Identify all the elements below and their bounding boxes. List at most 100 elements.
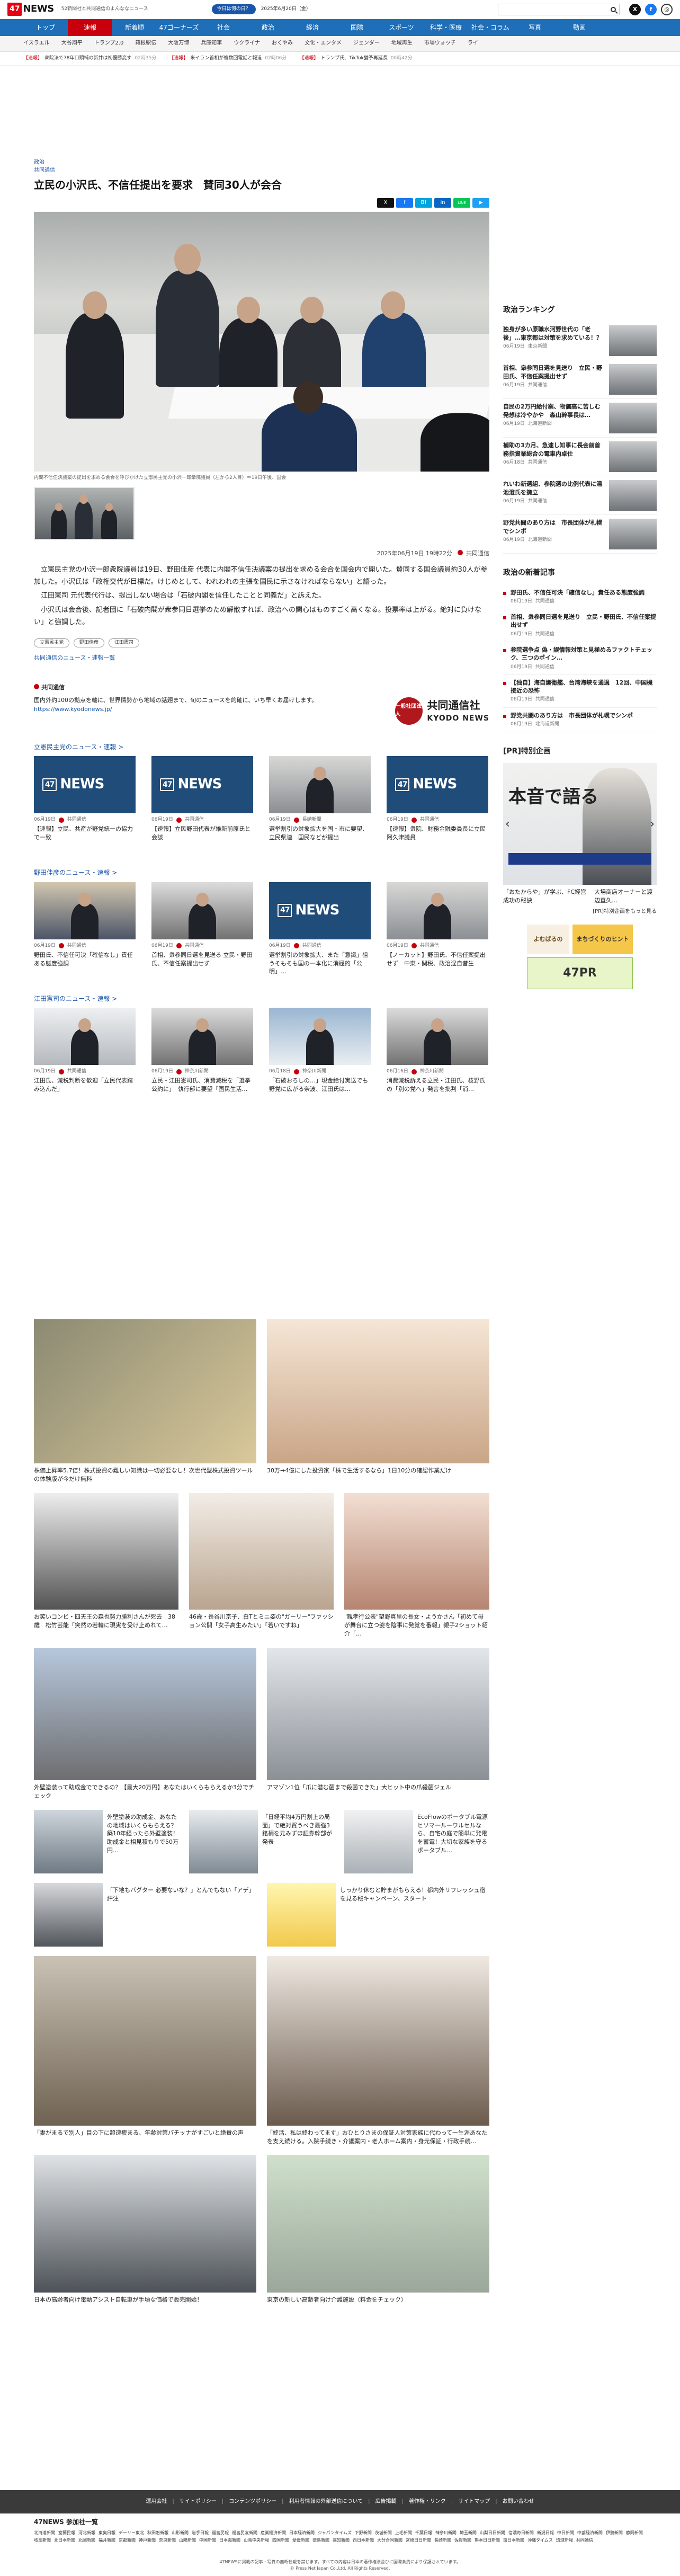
member-link[interactable]: 大分合同新聞 xyxy=(377,2537,402,2544)
member-link[interactable]: 秋田魁新報 xyxy=(147,2530,168,2536)
ad-title[interactable]: "親孝行公表"望野真里の長女・ようかさん「初めて母が舞台に立つ姿を陰事に発覚を番… xyxy=(344,1613,489,1638)
ad-title[interactable]: 30万→4億にした投資家「株で生活するなら」1日10分の確認作業だけ xyxy=(267,1467,489,1475)
section-title[interactable]: 立憲民主党のニュース・速報 > xyxy=(34,743,489,752)
nav-item[interactable]: 動画 xyxy=(557,19,602,36)
card-thumbnail[interactable] xyxy=(34,882,136,939)
ranking-item[interactable]: 首相、衆参同日選を見送り 立民・野田氏、不信任案提出せず 06月19日 共同通信 xyxy=(503,360,657,399)
share-x-icon[interactable]: X xyxy=(377,198,394,208)
ad-title[interactable]: 外壁塗装って助成金でできるの？【最大20万円】あなたはいくらもらえるか3分でチェ… xyxy=(34,1783,256,1800)
topic-link[interactable]: 箱根駅伝 xyxy=(135,40,156,48)
share-facebook-icon[interactable]: f xyxy=(396,198,413,208)
ad-card[interactable]: お笑いコンビ・四天王の森也努力勝利さんが死去 38歳 松竹芸能「突然の若輪に現実… xyxy=(34,1493,178,1638)
ad-image[interactable] xyxy=(34,1319,256,1463)
today-in-history-button[interactable]: 今日は何の日？ xyxy=(211,4,256,15)
ad-title[interactable]: 46歳・長谷川京子、白Tとミニ姿の"ガーリー"ファッション公開「女子高生みたい」… xyxy=(189,1613,334,1630)
ad-card[interactable]: 日本の高齢者向け電動アシスト自転車が手頃な価格で販売開始！ xyxy=(34,2155,256,2304)
ranking-thumbnail[interactable] xyxy=(609,364,657,395)
pr-banner[interactable]: 本音で語る ‹ › xyxy=(503,763,657,885)
member-link[interactable]: 岩手日報 xyxy=(192,2530,209,2536)
share-line-icon[interactable]: LINE xyxy=(453,198,470,208)
card-thumbnail[interactable] xyxy=(269,1007,371,1065)
member-link[interactable]: デーリー東北 xyxy=(119,2530,144,2536)
ranking-title[interactable]: 自民の2万円給付案、物価高に苦しむ発想は冷やかや 森山幹事長は… xyxy=(503,403,605,419)
ad-card[interactable]: 外壁塗装の助成金、あなたの地域はいくらもらえる？築10年経ったら外壁塗装！助成金… xyxy=(34,1809,178,1873)
section-title[interactable]: 江田憲司のニュース・速報 > xyxy=(34,994,489,1003)
new-article-title[interactable]: 参院選争点 偽・誤情報対策と見極めるファクトチェック、三つのポイン… xyxy=(511,646,657,662)
member-link[interactable]: 四国新聞 xyxy=(272,2537,289,2544)
share-more-icon[interactable]: ▶ xyxy=(472,198,489,208)
member-link[interactable]: 沖縄タイムス xyxy=(527,2537,553,2544)
member-link[interactable]: 千葉日報 xyxy=(415,2530,432,2536)
member-link[interactable]: 山陰中央新報 xyxy=(244,2537,269,2544)
ad-title[interactable]: 外壁塗装の助成金、あなたの地域はいくらもらえる？築10年経ったら外壁塗装！助成金… xyxy=(107,1813,178,1873)
member-link[interactable]: 岐阜新聞 xyxy=(34,2537,51,2544)
member-link[interactable]: 北國新聞 xyxy=(78,2537,95,2544)
ad-title[interactable]: EcoFlowのポータブル電源ヒソマ一ルーワルセルなら、自宅の庭で簡単に発電を蓄… xyxy=(417,1813,489,1873)
pr-more-link[interactable]: [PR]特別企画をもっと見る xyxy=(503,908,657,916)
card-thumbnail[interactable]: 47 NEWS xyxy=(387,756,488,814)
ad-title[interactable]: 東京の新しい高齢者向け介護施設（料金をチェック） xyxy=(267,2296,489,2304)
member-link[interactable]: 熊本日日新聞 xyxy=(475,2537,500,2544)
nav-item[interactable]: 経済 xyxy=(290,19,335,36)
ticker-item[interactable]: 【速報】 米イラン首相が複数回電話と報道 02時06分 xyxy=(169,55,287,62)
card-thumbnail[interactable] xyxy=(34,1007,136,1065)
nav-item[interactable]: 写真 xyxy=(513,19,557,36)
article-source[interactable]: 共同通信 xyxy=(466,550,489,557)
card-title[interactable]: 「石破おろしの…」現金給付実送でも野党に広がる奈波、江田氏は… xyxy=(269,1077,371,1102)
member-link[interactable]: 神奈川新聞 xyxy=(435,2530,457,2536)
article-main-photo[interactable] xyxy=(34,212,489,472)
ad-title[interactable]: 「日経平均4万円割上の局面」で絶対買うべき最強3銘柄を元みずほ証券幹部が発表 xyxy=(262,1813,334,1873)
member-link[interactable]: 埼玉新聞 xyxy=(460,2530,477,2536)
topic-link[interactable]: 大阪万博 xyxy=(168,40,189,48)
member-link[interactable]: 愛媛新聞 xyxy=(292,2537,309,2544)
card-title[interactable]: 【速報】衆院、財務金融委員長に立民阿久津議員 xyxy=(387,825,488,850)
nav-item[interactable]: スポーツ xyxy=(379,19,424,36)
photo-thumbnail[interactable] xyxy=(34,487,135,540)
member-link[interactable]: 下野新聞 xyxy=(355,2530,372,2536)
ad-title[interactable]: アマゾン1位「爪に潜む菌まで殺菌できた」大ヒット中の爪殺菌ジェル xyxy=(267,1783,489,1792)
ad-card[interactable]: 「下地もバグター 必要ないな？」とんでもない「アデ」評注 xyxy=(34,1882,256,1947)
search-input[interactable] xyxy=(502,6,611,12)
nav-item[interactable]: 新着順 xyxy=(112,19,157,36)
share-linkedin-icon[interactable]: in xyxy=(434,198,451,208)
topic-link[interactable]: 市場ウォッチ xyxy=(424,40,456,48)
nav-item[interactable]: 政治 xyxy=(246,19,290,36)
ranking-thumbnail[interactable] xyxy=(609,403,657,434)
topic-link[interactable]: おくやみ xyxy=(272,40,293,48)
ad-card[interactable]: EcoFlowのポータブル電源ヒソマ一ルーワルセルなら、自宅の庭で簡単に発電を蓄… xyxy=(344,1809,489,1873)
ranking-title[interactable]: 補助の3カ月、急速し知事に長会前首務指資業総合の電車内卓仕 xyxy=(503,441,605,458)
ad-card[interactable]: 外壁塗装って助成金でできるの？【最大20万円】あなたはいくらもらえるか3分でチェ… xyxy=(34,1647,256,1800)
news-card[interactable]: 47 NEWS 06月19日 共同通信 【速報】立民、共産が野党統一の協力で一致 xyxy=(34,756,136,850)
ad-image[interactable] xyxy=(34,1882,103,1947)
member-link[interactable]: 伊勢新聞 xyxy=(606,2530,623,2536)
member-link[interactable]: 河北新報 xyxy=(78,2530,95,2536)
footer-link[interactable]: サイトポリシー xyxy=(180,2498,217,2506)
nav-item[interactable]: 社会・コラム xyxy=(468,19,513,36)
member-link[interactable]: 茨城新聞 xyxy=(375,2530,392,2536)
member-link[interactable]: 南日本新聞 xyxy=(503,2537,524,2544)
ranking-item[interactable]: れいわ新選組、参院選の比例代表に湯池澄氏を擁立 06月19日 共同通信 xyxy=(503,476,657,516)
nav-item[interactable]: 科学・医療 xyxy=(424,19,468,36)
news-card[interactable]: 06月16日 神奈川新聞 消費減税訴える立民・江田氏、枝野氏の「別の党へ」発言を批判… xyxy=(387,1007,488,1102)
footer-link[interactable]: 利用者情報の外部送信について xyxy=(289,2498,363,2506)
ad-card[interactable]: 46歳・長谷川京子、白Tとミニ姿の"ガーリー"ファッション公開「女子高生みたい」… xyxy=(189,1493,334,1638)
ad-card[interactable]: 「終活、私は終わってます」おひとりさまの保証人対策家族に代わって一生涯あなたを支… xyxy=(267,1956,489,2146)
member-link[interactable]: 新潟日報 xyxy=(537,2530,554,2536)
facebook-icon[interactable]: f xyxy=(645,3,657,15)
topic-link[interactable]: 地域再生 xyxy=(391,40,413,48)
member-link[interactable]: 東奥日報 xyxy=(99,2530,115,2536)
ad-image[interactable] xyxy=(344,1493,489,1610)
card-title[interactable]: 江田氏、減税判断を歓迎「立民代表踏み込んだ」 xyxy=(34,1077,136,1102)
nav-item[interactable]: 国際 xyxy=(335,19,379,36)
ad-image[interactable] xyxy=(267,1319,489,1463)
news-card[interactable]: 06月19日 共同通信 【ノーカット】野田氏、不信任案提出せず 中東・関税、政治混自… xyxy=(387,882,488,976)
tag-chip[interactable]: 野田佳彦 xyxy=(74,638,105,647)
ad-title[interactable]: 株価上昇率5.7倍！株式投資の難しい知識は一切必要なし！次世代型株式投資ツールの… xyxy=(34,1467,256,1484)
member-link[interactable]: 徳島新聞 xyxy=(312,2537,329,2544)
member-link[interactable]: 産業経済新聞 xyxy=(261,2530,286,2536)
card-title[interactable]: 選挙割引の対象拡大、また「意識」狙うそもそも国の一本化に消極的「公明」… xyxy=(269,951,371,976)
footer-link[interactable]: 広告掲載 xyxy=(375,2498,397,2506)
member-link[interactable]: 共同通信 xyxy=(576,2537,593,2544)
ad-card[interactable]: 株価上昇率5.7倍！株式投資の難しい知識は一切必要なし！次世代型株式投資ツールの… xyxy=(34,1319,256,1484)
ranking-item[interactable]: 補助の3カ月、急速し知事に長会前首務指資業総合の電車内卓仕 06月18日 共同通信 xyxy=(503,438,657,477)
